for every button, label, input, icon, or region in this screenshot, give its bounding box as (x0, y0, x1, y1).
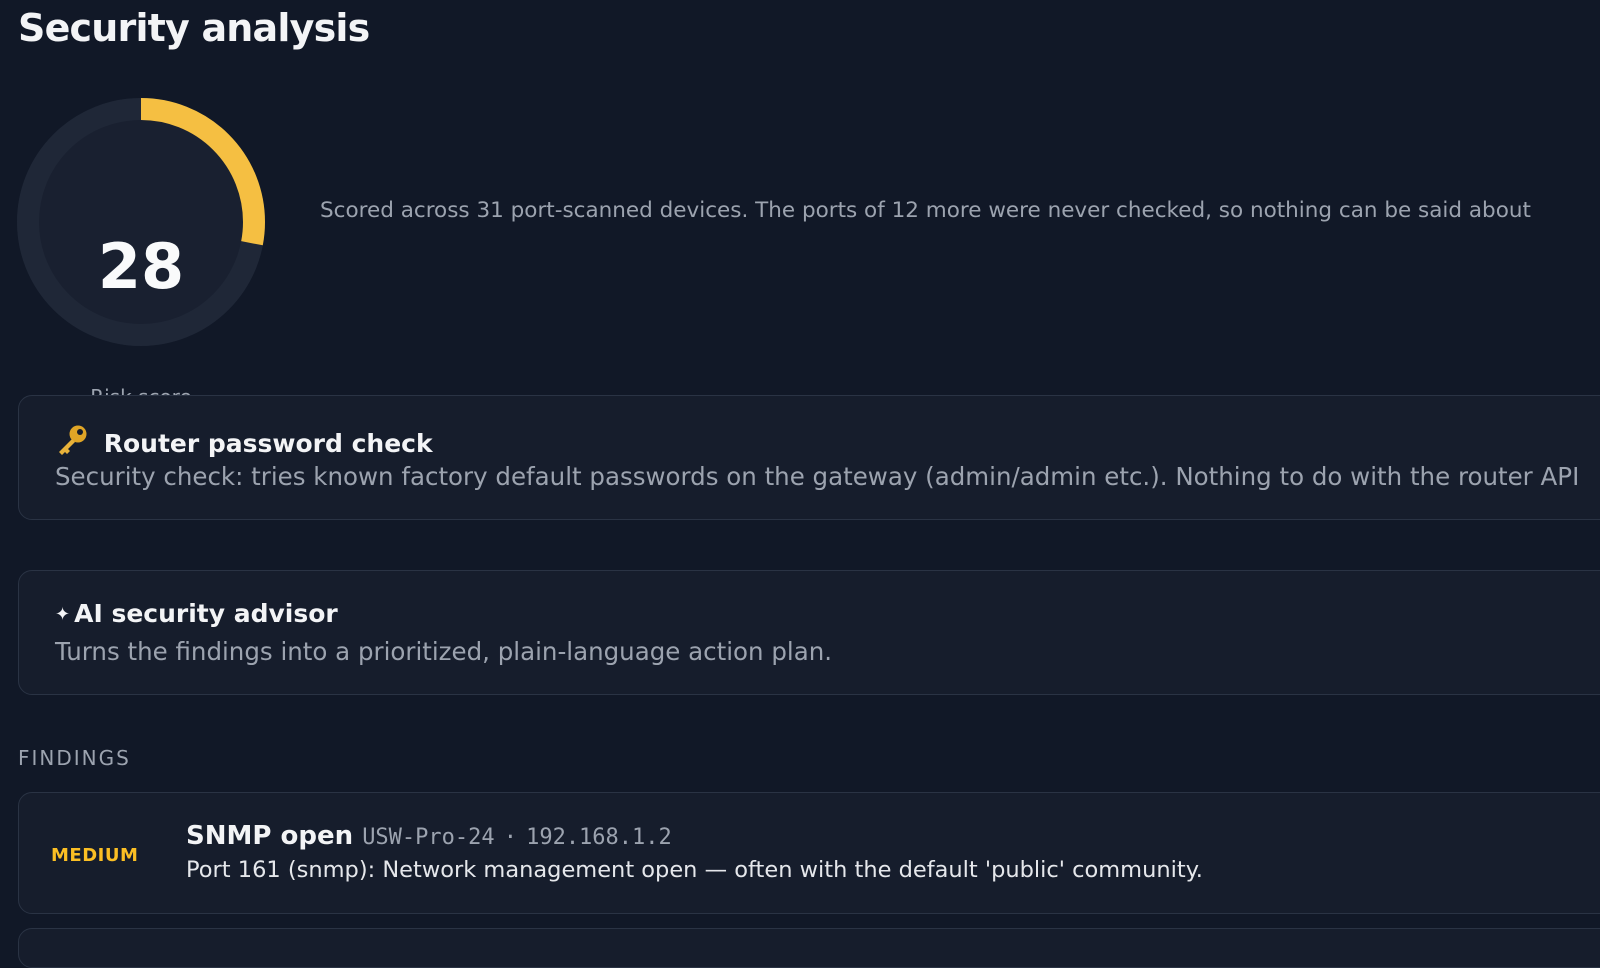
ai-security-advisor-card[interactable]: ✦ AI security advisor Turns the findings … (18, 570, 1600, 695)
router-password-check-title: Router password check (103, 429, 433, 458)
key-icon (55, 425, 98, 458)
router-password-check-card[interactable]: Router password check Security check: tr… (18, 395, 1600, 520)
ai-security-advisor-title: AI security advisor (74, 599, 338, 628)
severity-badge: MEDIUM (51, 845, 139, 866)
page-title: Security analysis (18, 6, 370, 50)
risk-score-note: Scored across 31 port-scanned devices. T… (320, 198, 1531, 223)
risk-score-gauge: 28 Risk score (17, 98, 265, 409)
findings-heading: FINDINGS (18, 746, 131, 770)
finding-description: Port 161 (snmp): Network management open… (186, 857, 1203, 883)
finding-separator: · (503, 825, 517, 850)
finding-device: USW-Pro-24 (362, 825, 495, 850)
finding-title: SNMP open (186, 821, 354, 851)
finding-ip: 192.168.1.2 (526, 825, 672, 850)
risk-score-value: 28 (97, 230, 185, 303)
risk-gauge-ring (17, 98, 265, 346)
router-password-check-description: Security check: tries known factory defa… (55, 462, 1580, 491)
finding-row[interactable]: MEDIUM SNMP open USW-Pro-24 · 192.168.1.… (18, 792, 1600, 914)
ai-security-advisor-description: Turns the findings into a prioritized, p… (55, 637, 833, 666)
finding-row-partial[interactable] (18, 928, 1600, 968)
sparkle-icon: ✦ (55, 604, 71, 625)
